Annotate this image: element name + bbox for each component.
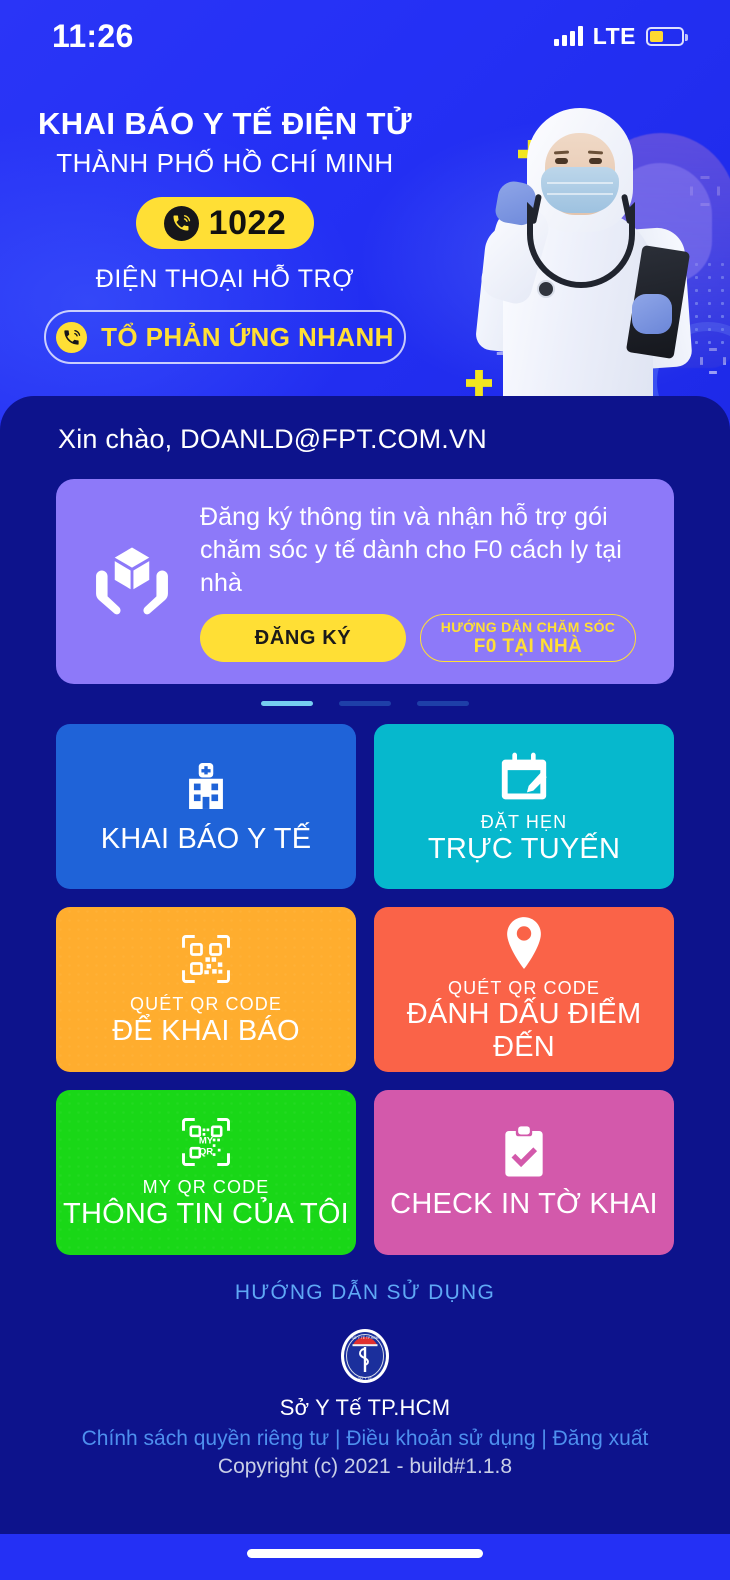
tile-sublabel: ĐẶT HẸN [480,811,568,832]
svg-text:SỞ Y TẾ TP.HCM: SỞ Y TẾ TP.HCM [352,1335,379,1340]
guide-button-line1: HƯỚNG DẪN CHĂM SÓC [440,618,616,635]
battery-low-power-icon [646,26,688,46]
tile-label: THÔNG TIN CỦA TÔI [63,1197,349,1230]
status-time: 11:26 [52,17,134,54]
logout-link[interactable]: Đăng xuất [553,1427,649,1450]
status-bar: 11:26 LTE [0,0,730,72]
copyright-text: Copyright (c) 2021 - build#1.1.8 [217,1455,513,1478]
carousel-dot-2[interactable] [339,701,391,706]
tile-label: ĐÁNH DẤU ĐIỂM ĐẾN [406,998,642,1063]
content-panel: Xin chào, DOANLD@FPT.COM.VN Đăng ký thôn… [0,396,730,1534]
register-button[interactable]: ĐĂNG KÝ [200,614,406,662]
svg-text:SỞ Y TẾ: SỞ Y TẾ [358,1376,372,1381]
banner-message: Đăng ký thông tin và nhận hỗ trợ gói chă… [200,503,622,597]
tile-health-declaration[interactable]: KHAI BÁO Y TẾ [56,724,356,889]
tile-mark-destination[interactable]: QUÉT QR CODE ĐÁNH DẤU ĐIỂM ĐẾN [374,907,674,1072]
tile-scan-qr-declare[interactable]: QUÉT QR CODE ĐỂ KHAI BÁO [56,907,356,1072]
registration-banner-card[interactable]: Đăng ký thông tin và nhận hỗ trợ gói chă… [56,479,674,684]
privacy-policy-link[interactable]: Chính sách quyền riêng tư [82,1427,330,1450]
tile-check-in-declaration[interactable]: CHECK IN TỜ KHAI [374,1090,674,1255]
home-care-guide-button[interactable]: HƯỚNG DẪN CHĂM SÓC F0 TẠI NHÀ [420,614,636,662]
map-pin-icon [500,916,548,970]
tile-my-qr-code[interactable]: MY QR MY QR CODE THÔNG TIN CỦA TÔI [56,1090,356,1255]
organization-name: Sở Y Tế TP.HCM [279,1395,451,1420]
tile-label: TRỰC TUYẾN [427,832,621,865]
hero-header: KHAI BÁO Y TẾ ĐIỆN TỬ THÀNH PHỐ HỒ CHÍ M… [0,106,450,364]
svg-text:QR: QR [199,1146,213,1157]
app-subtitle: THÀNH PHỐ HỒ CHÍ MINH [56,148,394,178]
guide-button-line2: F0 TẠI NHÀ [473,635,583,657]
tile-sublabel: QUÉT QR CODE [130,993,282,1014]
hotline-badge[interactable]: 1022 [136,197,314,249]
tile-sublabel: QUÉT QR CODE [448,977,600,998]
hospital-building-icon [177,757,235,815]
hotline-label: ĐIỆN THOẠI HỖ TRỢ [95,265,355,293]
qr-scan-icon [179,932,233,986]
tile-label: CHECK IN TỜ KHAI [390,1188,658,1221]
svg-text:MY: MY [199,1136,214,1147]
hands-holding-box-icon [78,536,186,628]
healthcare-worker-illustration [455,90,730,420]
tile-online-appointment[interactable]: ĐẶT HẸN TRỰC TUYẾN [374,724,674,889]
link-separator: | [535,1427,553,1450]
status-indicators: LTE [553,22,688,50]
app-title: KHAI BÁO Y TẾ ĐIỆN TỬ [37,106,412,141]
banner-actions: ĐĂNG KÝ HƯỚNG DẪN CHĂM SÓC F0 TẠI NHÀ [200,614,658,662]
terms-of-use-link[interactable]: Điều khoản sử dụng [346,1427,535,1450]
phone-ring-icon [56,321,88,353]
phone-ring-icon [163,205,199,241]
network-type-label: LTE [592,22,636,49]
user-guide-link[interactable]: HƯỚNG DẪN SỬ DỤNG [0,1281,730,1305]
calendar-pen-icon [496,748,552,804]
quick-response-button[interactable]: TỔ PHẢN ỨNG NHANH [44,310,406,364]
tile-label: ĐỂ KHAI BÁO [112,1014,300,1047]
cellular-signal-icon [553,26,583,46]
footer-links: Chính sách quyền riêng tư | Điều khoản s… [0,1427,730,1451]
my-qr-code-icon: MY QR [179,1115,233,1169]
carousel-dot-1[interactable] [261,701,313,706]
home-indicator[interactable] [247,1549,483,1558]
carousel-dot-3[interactable] [417,701,469,706]
quick-response-label: TỔ PHẢN ỨNG NHANH [101,321,394,352]
menu-grid: KHAI BÁO Y TẾ ĐẶT HẸN TRỰC TUYẾN QUÉT QR… [56,724,674,1255]
tile-sublabel: MY QR CODE [142,1176,270,1197]
clipboard-check-icon [498,1124,550,1180]
greeting-text: Xin chào, DOANLD@FPT.COM.VN [58,424,487,454]
hcmc-health-department-logo: SỞ Y TẾ TP.HCM SỞ Y TẾ [0,1327,730,1385]
hotline-number: 1022 [208,203,287,242]
link-separator: | [329,1427,347,1450]
tile-label: KHAI BÁO Y TẾ [100,823,312,856]
carousel-indicators[interactable] [0,701,730,706]
